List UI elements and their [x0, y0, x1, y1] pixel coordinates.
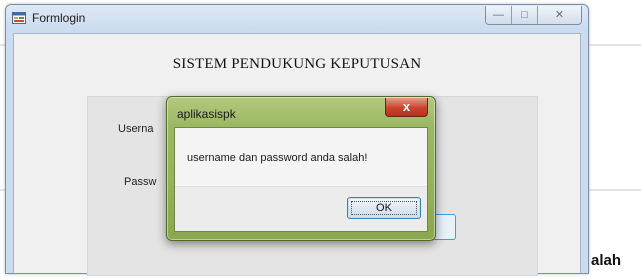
- password-label: Passw: [124, 176, 157, 188]
- minimize-icon: —: [493, 9, 504, 21]
- ok-button[interactable]: OK: [347, 197, 421, 219]
- screenshot-stage: Formlogin — □ ✕ SISTEM PENDUKUNG KEPUTUS…: [0, 0, 641, 279]
- dialog-close-icon: x: [402, 99, 411, 114]
- focus-rectangle: [351, 201, 417, 215]
- dialog-footer: OK: [175, 186, 427, 231]
- error-dialog: aplikasispk x username dan password anda…: [166, 96, 436, 241]
- page-title: SISTEM PENDUKUNG KEPUTUSAN: [172, 56, 422, 72]
- window-titlebar[interactable]: Formlogin — □ ✕: [6, 5, 588, 33]
- dialog-message: username dan password anda salah!: [187, 152, 368, 164]
- window-title: Formlogin: [32, 11, 86, 25]
- window-controls: — □ ✕: [485, 6, 582, 25]
- dialog-title: aplikasispk: [177, 107, 236, 121]
- app-form-icon: [12, 12, 26, 24]
- maximize-button[interactable]: □: [512, 6, 538, 24]
- close-icon: ✕: [554, 9, 565, 21]
- close-button[interactable]: ✕: [538, 6, 581, 24]
- maximize-icon: □: [521, 9, 528, 21]
- dialog-close-button[interactable]: x: [385, 98, 428, 117]
- dialog-body: username dan password anda salah! OK: [174, 127, 428, 232]
- document-text-fragment: alah: [591, 252, 622, 269]
- username-label: Userna: [118, 123, 154, 135]
- minimize-button[interactable]: —: [486, 6, 512, 24]
